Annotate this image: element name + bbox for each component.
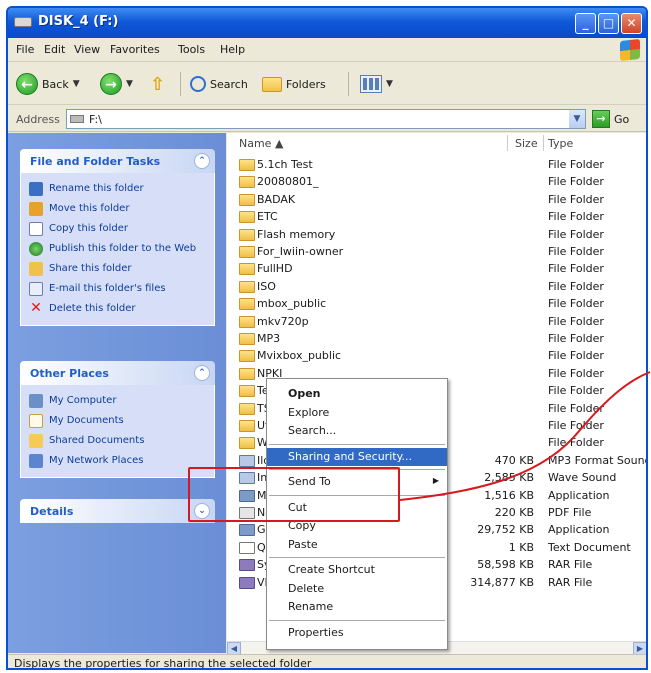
annotation-arrow-curve (399, 371, 651, 501)
